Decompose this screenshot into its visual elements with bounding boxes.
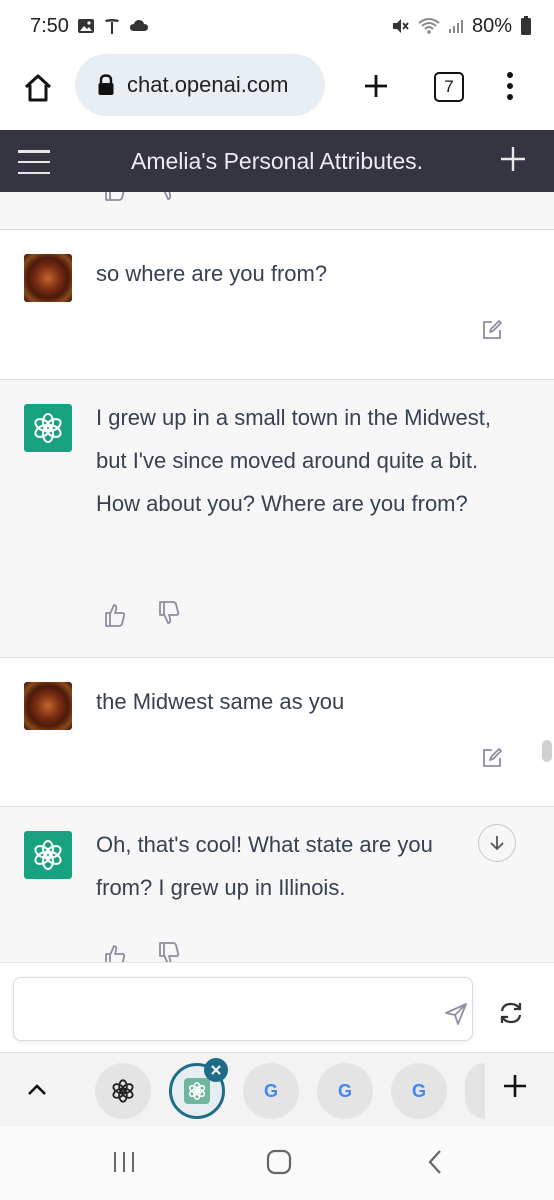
user-avatar xyxy=(24,682,72,730)
status-time: 7:50 xyxy=(30,14,69,37)
message-text: so where are you from? xyxy=(96,261,328,286)
plus-icon xyxy=(365,75,387,97)
arrow-down-icon xyxy=(490,836,504,851)
message-previous xyxy=(0,192,554,230)
battery-icon xyxy=(521,16,531,35)
thumbs-up-icon[interactable] xyxy=(103,192,127,202)
status-right: 80% xyxy=(390,15,532,38)
more-vert-icon xyxy=(507,72,513,78)
new-tab-button[interactable] xyxy=(356,66,396,106)
tab-strip-new-tab-button[interactable] xyxy=(502,1069,528,1105)
regenerate-icon[interactable] xyxy=(497,999,525,1027)
google-icon: G xyxy=(337,1080,352,1101)
recent-apps-icon[interactable] xyxy=(110,1148,138,1176)
home-icon xyxy=(24,74,52,102)
user-avatar xyxy=(24,254,72,302)
conversation-title: Amelia's Personal Attributes. xyxy=(130,147,424,174)
tab-count: 7 xyxy=(444,77,454,96)
plus-icon xyxy=(504,1075,526,1097)
user-message: so where are you from? xyxy=(0,230,554,380)
status-left: 7:50 xyxy=(30,15,149,38)
user-message: the Midwest same as you xyxy=(0,658,554,807)
mute-icon xyxy=(392,19,409,33)
browser-menu-button[interactable] xyxy=(498,66,522,106)
home-button[interactable] xyxy=(18,68,58,108)
openai-logo-icon xyxy=(34,413,62,443)
google-icon: G xyxy=(411,1080,426,1101)
tab-google[interactable]: G xyxy=(391,1063,447,1119)
plus-icon xyxy=(501,147,525,171)
url-text: chat.openai.com xyxy=(127,72,289,97)
openai-logo-icon xyxy=(34,840,62,870)
chevron-up-icon[interactable] xyxy=(24,1077,50,1103)
signal-icon xyxy=(448,20,463,33)
lock-icon xyxy=(98,74,114,95)
thumbs-down-icon[interactable] xyxy=(157,941,181,962)
tab-switcher-button[interactable]: 7 xyxy=(434,72,464,102)
tab-partial[interactable] xyxy=(465,1063,485,1119)
composer xyxy=(0,962,554,1052)
status-bar: 7:50 80% xyxy=(0,0,554,52)
edit-icon[interactable] xyxy=(480,318,504,342)
close-icon xyxy=(211,1065,221,1075)
message-input[interactable] xyxy=(13,977,473,1041)
assistant-message: I grew up in a small town in the Midwest… xyxy=(0,380,554,658)
home-nav-icon[interactable] xyxy=(265,1148,293,1176)
tesla-icon xyxy=(104,19,119,34)
assistant-message: Oh, that's cool! What state are you from… xyxy=(0,807,554,962)
address-bar[interactable]: chat.openai.com xyxy=(75,54,325,116)
chatgpt-favicon xyxy=(184,1078,210,1104)
gallery-icon xyxy=(77,19,94,33)
thumbs-up-icon[interactable] xyxy=(103,943,127,962)
wifi-icon xyxy=(418,18,440,34)
google-icon: G xyxy=(263,1080,278,1101)
scrollbar-thumb[interactable] xyxy=(542,740,552,762)
back-icon[interactable] xyxy=(422,1148,450,1176)
browser-tab-strip: G G G xyxy=(0,1052,554,1126)
tab-google[interactable]: G xyxy=(317,1063,373,1119)
chatgpt-avatar xyxy=(24,831,72,879)
close-tab-button[interactable] xyxy=(204,1058,228,1082)
thumbs-down-icon[interactable] xyxy=(157,192,181,202)
openai-logo-icon xyxy=(112,1079,134,1103)
thumbs-up-icon[interactable] xyxy=(103,602,127,628)
browser-toolbar: chat.openai.com 7 xyxy=(0,52,554,128)
chat-thread[interactable]: so where are you from? I grew up in a sm… xyxy=(0,192,554,962)
message-text: Oh, that's cool! What state are you from… xyxy=(96,832,433,900)
scroll-to-bottom-button[interactable] xyxy=(478,824,516,862)
openai-logo-icon xyxy=(188,1082,206,1100)
edit-icon[interactable] xyxy=(480,746,504,770)
app-header: Amelia's Personal Attributes. xyxy=(0,130,554,192)
battery-percent: 80% xyxy=(471,14,512,37)
message-text: I grew up in a small town in the Midwest… xyxy=(96,405,491,516)
tab-google[interactable]: G xyxy=(243,1063,299,1119)
tab-chatgpt[interactable] xyxy=(95,1063,151,1119)
chatgpt-avatar xyxy=(24,404,72,452)
cloud-icon xyxy=(129,20,148,31)
thumbs-down-icon[interactable] xyxy=(157,600,181,626)
new-chat-button[interactable] xyxy=(500,144,526,178)
system-nav-bar xyxy=(0,1126,554,1200)
send-icon[interactable] xyxy=(444,1002,468,1026)
message-text: the Midwest same as you xyxy=(96,689,345,714)
